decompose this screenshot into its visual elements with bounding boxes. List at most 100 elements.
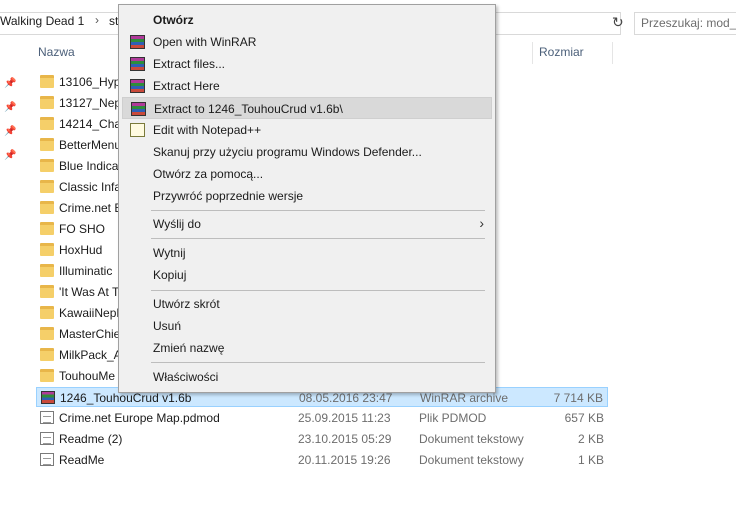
pin-icon: 📌 — [4, 78, 17, 89]
column-divider[interactable] — [532, 42, 533, 64]
menu-item-otworz[interactable]: Otwórz — [122, 9, 492, 31]
file-size: 1 KB — [577, 453, 604, 467]
menu-item-kopiuj[interactable]: Kopiuj — [122, 264, 492, 286]
menu-item-label: Extract to 1246_TouhouCrud v1.6b\ — [154, 102, 343, 116]
text-document-icon — [40, 411, 54, 424]
menu-item-label: Otwórz — [153, 13, 194, 27]
menu-separator — [151, 238, 485, 239]
menu-item-skanuj-przy-uzyciu-programu-windows-defender[interactable]: Skanuj przy użyciu programu Windows Defe… — [122, 141, 492, 163]
file-date: 25.09.2015 11:23 — [298, 411, 391, 425]
menu-item-extract-files[interactable]: Extract files... — [122, 53, 492, 75]
folder-icon — [40, 348, 54, 361]
menu-item-label: Extract files... — [153, 57, 226, 71]
file-size: 2 KB — [577, 432, 604, 446]
menu-item-usun[interactable]: Usuń — [122, 315, 492, 337]
folder-icon — [40, 327, 54, 340]
menu-item-wyslij-do[interactable]: Wyślij do › — [122, 213, 492, 235]
file-name: BetterMenu — [59, 138, 122, 152]
menu-item-label: Wytnij — [153, 246, 186, 260]
menu-item-label: Przywróć poprzednie wersje — [153, 189, 304, 203]
file-name: MilkPack_A — [59, 348, 122, 362]
folder-icon — [40, 243, 54, 256]
file-date: 20.11.2015 19:26 — [298, 453, 391, 467]
folder-icon — [40, 180, 54, 193]
file-name: Classic Infa — [59, 180, 122, 194]
menu-item-extract-here[interactable]: Extract Here — [122, 75, 492, 97]
file-row[interactable]: Readme (2) 23.10.2015 05:29 Dokument tekst… — [36, 429, 608, 449]
column-divider[interactable] — [612, 42, 613, 64]
menu-item-wytnij[interactable]: Wytnij — [122, 242, 492, 264]
file-name: FO SHO — [59, 222, 106, 236]
menu-item-open-with-winrar[interactable]: Open with WinRAR — [122, 31, 492, 53]
menu-separator — [151, 362, 485, 363]
file-name: Crime.net E — [59, 201, 123, 215]
file-name: TouhouMe — [59, 369, 116, 383]
file-type: Dokument tekstowy — [419, 432, 524, 446]
chevron-right-icon: › — [479, 215, 484, 231]
pin-icon: 📌 — [4, 102, 17, 113]
winrar-icon — [130, 79, 145, 93]
menu-item-label: Utwórz skrót — [153, 297, 220, 311]
menu-item-label: Edit with Notepad++ — [153, 123, 262, 137]
file-name: 13127_Nep — [59, 96, 122, 110]
menu-item-label: Usuń — [153, 319, 182, 333]
folder-icon — [40, 201, 54, 214]
notepad-icon — [130, 123, 145, 137]
menu-item-przywroc-poprzednie-wersje[interactable]: Przywróć poprzednie wersje — [122, 185, 492, 207]
text-document-icon — [40, 432, 54, 445]
folder-icon — [40, 285, 54, 298]
breadcrumb-segment-2[interactable]: st — [109, 14, 118, 28]
search-input[interactable]: Przeszukaj: mod_o — [634, 12, 736, 35]
folder-icon — [40, 75, 54, 88]
column-header-size[interactable]: Rozmiar — [539, 45, 584, 59]
file-date: 08.05.2016 23:47 — [299, 391, 393, 405]
file-name: 'It Was At T — [59, 285, 120, 299]
file-name: 1246_TouhouCrud v1.6b — [60, 391, 192, 405]
file-type: Dokument tekstowy — [419, 453, 524, 467]
winrar-archive-icon — [41, 391, 55, 404]
file-name: 13106_Hype — [59, 75, 128, 89]
menu-item-label: Skanuj przy użyciu programu Windows Defe… — [153, 145, 422, 159]
menu-item-zmien-nazwe[interactable]: Zmień nazwę — [122, 337, 492, 359]
refresh-icon[interactable]: ↻ — [612, 14, 624, 31]
folder-icon — [40, 117, 54, 130]
file-name: ReadMe — [59, 453, 105, 467]
menu-item-otworz-za-pomoca[interactable]: Otwórz za pomocą... — [122, 163, 492, 185]
file-name: 14214_Char — [59, 117, 126, 131]
file-name: KawaiiNepM — [59, 306, 127, 320]
winrar-icon — [130, 57, 145, 71]
folder-icon — [40, 159, 54, 172]
file-size: 657 KB — [564, 411, 604, 425]
menu-item-utworz-skrot[interactable]: Utwórz skrót — [122, 293, 492, 315]
folder-icon — [40, 264, 54, 277]
pin-icon: 📌 — [4, 150, 17, 161]
menu-separator — [151, 210, 485, 211]
file-name: MasterChie — [59, 327, 121, 341]
folder-icon — [40, 138, 54, 151]
context-menu: Otwórz Open with WinRAR Extract files... Ex… — [118, 4, 496, 393]
file-size: 7 714 KB — [553, 391, 603, 405]
text-document-icon — [40, 453, 54, 466]
file-row[interactable]: Crime.net Europe Map.pdmod 25.09.2015 11:… — [36, 408, 608, 428]
winrar-icon — [131, 102, 146, 116]
file-type: Plik PDMOD — [419, 411, 487, 425]
file-row[interactable]: ReadMe 20.11.2015 19:26 Dokument tekstowy 1… — [36, 450, 608, 470]
menu-item-edit-with-notepad[interactable]: Edit with Notepad++ — [122, 119, 492, 141]
column-header-name[interactable]: Nazwa — [38, 45, 75, 59]
file-name: HoxHud — [59, 243, 103, 257]
file-name: Illuminatic — [59, 264, 113, 278]
file-date: 23.10.2015 05:29 — [298, 432, 392, 446]
breadcrumb-chevron-icon[interactable]: › — [95, 13, 99, 27]
menu-item-label: Zmień nazwę — [153, 341, 225, 355]
menu-item-w-asciwosci[interactable]: Właściwości — [122, 366, 492, 388]
breadcrumb-segment-1[interactable]: Walking Dead 1 — [0, 14, 84, 28]
folder-icon — [40, 222, 54, 235]
search-placeholder: Przeszukaj: mod_o — [641, 16, 736, 30]
menu-item-extract-to-1246-touhoucrud-v1-6b[interactable]: Extract to 1246_TouhouCrud v1.6b\ — [122, 97, 492, 119]
file-name: Readme (2) — [59, 432, 123, 446]
file-name: Crime.net Europe Map.pdmod — [59, 411, 220, 425]
menu-item-label: Extract Here — [153, 79, 220, 93]
menu-separator — [151, 290, 485, 291]
menu-item-label: Open with WinRAR — [153, 35, 257, 49]
menu-item-label: Wyślij do — [153, 217, 201, 231]
